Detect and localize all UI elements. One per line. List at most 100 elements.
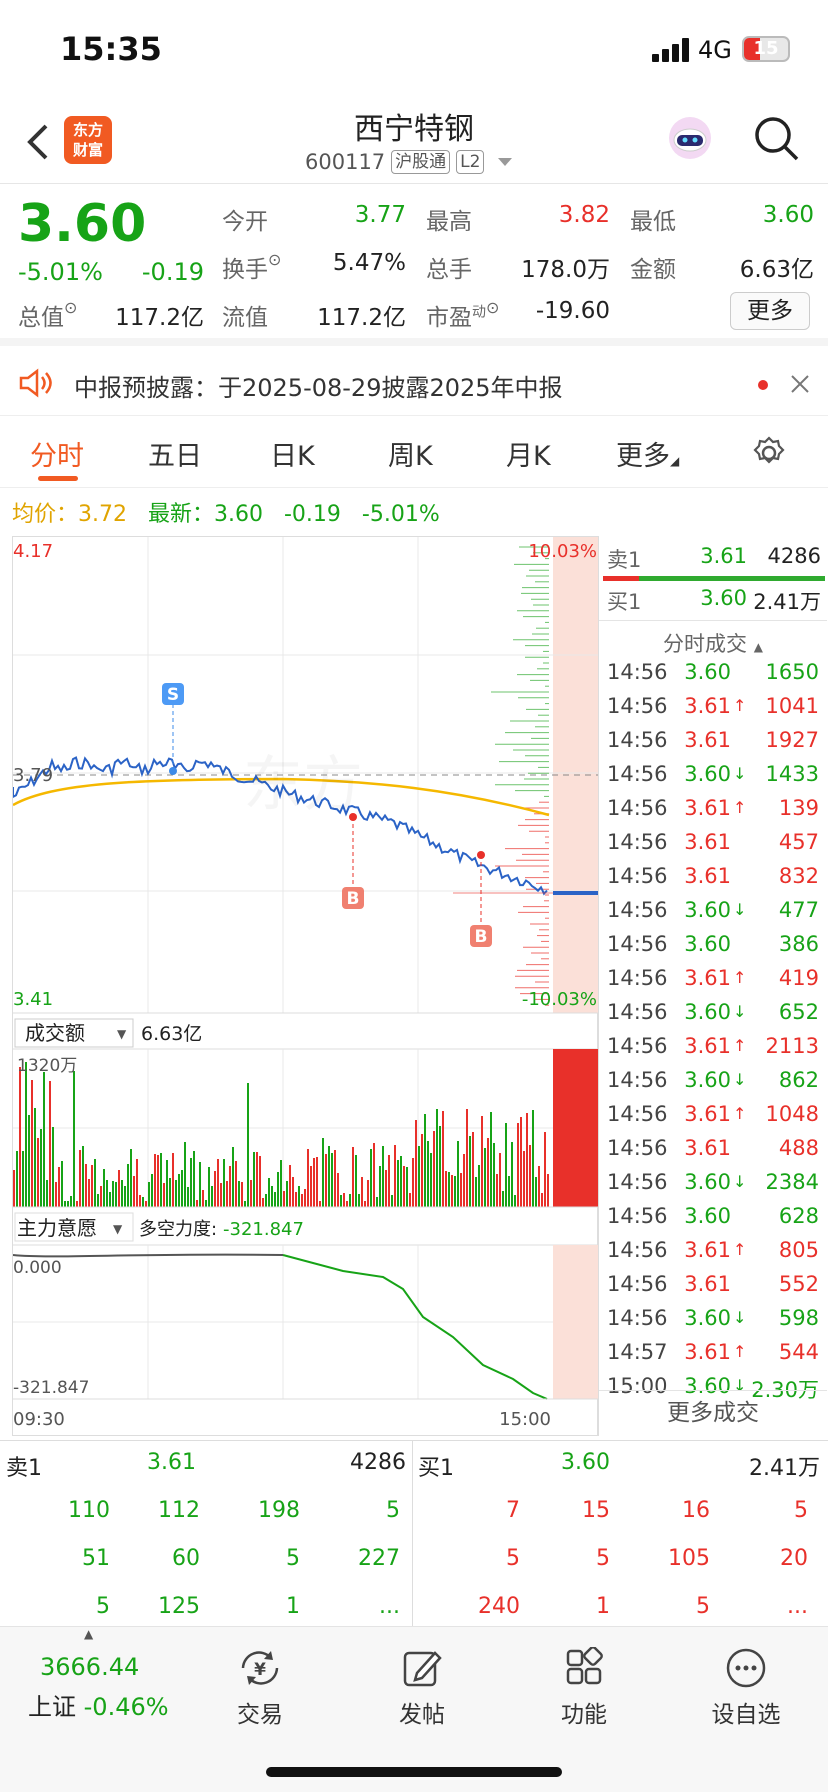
info-icon[interactable]: ⊙	[486, 298, 499, 317]
info-icon[interactable]: ⊙	[268, 250, 281, 269]
volume-bar	[436, 1109, 438, 1207]
volume-bar	[388, 1155, 390, 1207]
volume-bar	[244, 1201, 246, 1207]
buy-depth-cell: 5	[794, 1498, 808, 1523]
volume-bar	[400, 1156, 402, 1207]
time-start: 09:30	[13, 1409, 65, 1430]
tab-post-label: 发帖	[399, 1702, 445, 1728]
stock-header: 东方 财富 西宁特钢 600117 沪股通 L2	[0, 100, 828, 184]
volume-bar	[280, 1160, 282, 1207]
volume-bar	[508, 1176, 510, 1207]
more-quote-button[interactable]: 更多	[730, 292, 810, 330]
volume-bar	[547, 1174, 549, 1207]
caret-down-icon	[498, 158, 513, 166]
volume-bar	[151, 1174, 153, 1207]
volume-bar	[37, 1138, 39, 1207]
tab-five-day[interactable]: 五日	[148, 434, 202, 473]
b-marker[interactable]: B	[347, 889, 360, 909]
volume-bar	[28, 1115, 30, 1207]
volume-bar	[457, 1141, 459, 1207]
volume-bar	[511, 1142, 513, 1207]
battery-icon: 15	[742, 36, 790, 62]
trade-time: 14:56	[607, 898, 668, 922]
volume-bar	[100, 1186, 102, 1207]
trade-time: 14:56	[607, 694, 668, 718]
tab-post[interactable]: 发帖	[362, 1647, 482, 1729]
volume-bar	[523, 1151, 525, 1207]
volume-bar	[463, 1154, 465, 1207]
tab-weekly-k[interactable]: 周K	[388, 434, 433, 473]
volume-bar	[403, 1166, 405, 1207]
search-icon[interactable]	[752, 114, 800, 162]
low-value: 3.60	[762, 202, 814, 228]
volume-bar	[112, 1181, 114, 1207]
trade-time: 14:56	[607, 660, 668, 684]
volume-bar	[538, 1166, 540, 1207]
trade-row: 14:57 3.61 ↑ 544	[607, 1340, 821, 1374]
robot-icon[interactable]	[666, 114, 714, 162]
sell1-volume: 4286	[350, 1450, 406, 1475]
stock-code-row[interactable]: 600117 沪股通 L2	[305, 150, 514, 174]
float-cap-label: 流值	[222, 305, 268, 331]
volume-bar	[532, 1110, 534, 1207]
watermark: 东方	[243, 750, 363, 820]
bid-row: 买1 3.60 2.41万	[607, 586, 821, 620]
tab-functions[interactable]: 功能	[524, 1646, 644, 1729]
flow-bot-label: -321.847	[13, 1378, 89, 1398]
bottom-tab-bar: ▲ 3666.44 上证 -0.46% ¥ 交易 发帖 功能 设自选	[0, 1626, 828, 1792]
tab-watchlist-label: 设自选	[711, 1702, 781, 1728]
close-icon[interactable]	[790, 374, 810, 394]
active-tab-indicator	[38, 476, 78, 481]
tab-intraday[interactable]: 分时	[30, 434, 84, 473]
trade-time: 14:56	[607, 830, 668, 854]
volume-bar	[154, 1154, 156, 1207]
unread-dot	[758, 380, 768, 390]
more-trades-button[interactable]: 更多成交	[599, 1390, 827, 1436]
index-row[interactable]: 上证 -0.46%	[28, 1687, 169, 1722]
index-value[interactable]: 3666.44	[40, 1653, 139, 1681]
y-top-label: 4.17	[13, 541, 53, 562]
volume-bar	[358, 1194, 360, 1207]
trade-price: 3.60	[684, 1000, 731, 1024]
volume-bar	[361, 1177, 363, 1207]
tab-trade[interactable]: ¥ 交易	[200, 1647, 320, 1729]
trade-row: 14:56 3.60 ↓ 652	[607, 1000, 821, 1034]
info-icon[interactable]: ⊙	[64, 298, 77, 317]
volume-bar	[250, 1180, 252, 1207]
trade-price: 3.61	[684, 1272, 731, 1296]
volume-bar	[169, 1178, 171, 1207]
pe-label: 市盈动⊙	[426, 298, 500, 331]
trade-price: 3.60	[684, 1204, 731, 1228]
volume-bar	[115, 1182, 117, 1207]
last-price: 3.60	[18, 194, 147, 254]
trades-title[interactable]: 分时成交 ▲	[599, 628, 827, 658]
volume-total: 6.63亿	[141, 1023, 202, 1045]
trade-row: 14:56 3.61 832	[607, 864, 821, 898]
tab-more[interactable]: 更多◢	[616, 434, 679, 473]
volume-bar	[544, 1132, 546, 1207]
s-marker[interactable]: S	[167, 685, 179, 705]
tab-daily-k[interactable]: 日K	[270, 434, 315, 473]
flow-selector[interactable]: 主力意愿	[17, 1216, 97, 1240]
tab-monthly-k[interactable]: 月K	[506, 434, 551, 473]
volume-selector[interactable]: 成交额	[25, 1021, 85, 1045]
volume-bar	[43, 1072, 45, 1207]
notice-bar[interactable]: 中报预披露：于2025-08-29披露2025年中报	[0, 352, 828, 416]
trade-volume: 2113	[765, 1034, 819, 1058]
volume-bar	[430, 1153, 432, 1207]
intraday-chart[interactable]: S B B 东方 4.17 3.79 3.41 10.03% -10.03% 成…	[12, 536, 599, 1436]
volume-bar	[85, 1164, 87, 1207]
volume-bar	[469, 1136, 471, 1207]
trade-row: 14:56 3.61 457	[607, 830, 821, 864]
volume-bar	[421, 1134, 423, 1207]
order-book-panel: 卖1 3.61 4286 买1 3.60 2.41万 分时成交 ▲ 14:56 3…	[598, 536, 827, 1436]
volume-bar	[424, 1114, 426, 1207]
volume-bar	[145, 1201, 147, 1207]
trade-time: 14:56	[607, 1170, 668, 1194]
settings-icon[interactable]	[752, 436, 786, 470]
stock-code: 600117	[305, 150, 386, 174]
b-marker[interactable]: B	[475, 927, 488, 947]
volume-bar	[25, 1062, 27, 1207]
volume-bar	[496, 1174, 498, 1207]
tab-watchlist[interactable]: 设自选	[686, 1647, 806, 1729]
